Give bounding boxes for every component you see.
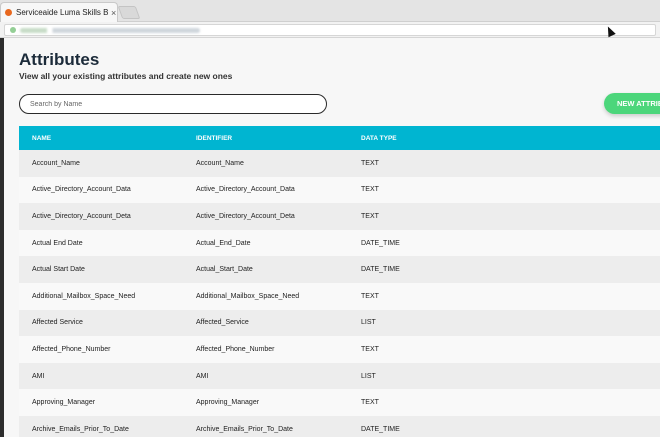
- cell-name: Additional_Mailbox_Space_Need: [32, 292, 136, 300]
- attributes-page: Attributes View all your existing attrib…: [4, 38, 660, 437]
- cell-name: Actual End Date: [32, 239, 83, 247]
- url-input[interactable]: [4, 24, 656, 36]
- cell-data-type: TEXT: [361, 186, 379, 194]
- cell-identifier: Active_Directory_Account_Data: [196, 186, 295, 194]
- cell-data-type: TEXT: [361, 212, 379, 220]
- table-body: Account_Name Account_Name TEXT Active_Direc…: [19, 150, 660, 437]
- cell-data-type: LIST: [361, 319, 376, 327]
- cell-data-type: DATE_TIME: [361, 425, 400, 433]
- cell-data-type: TEXT: [361, 345, 379, 353]
- cell-name: Approving_Manager: [32, 399, 96, 407]
- address-bar: [0, 22, 660, 38]
- cell-data-type: DATE_TIME: [361, 266, 400, 274]
- table-row[interactable]: Actual End Date Actual_End_Date DATE_TIME: [19, 229, 660, 257]
- browser-tab-bar: Serviceaide Luma Skills Builder ×: [0, 0, 660, 22]
- table-row[interactable]: Affected_Phone_Number Affected_Phone_Numb…: [19, 336, 660, 363]
- table-row[interactable]: Archive_Emails_Prior_To_Date Archive_Emai…: [19, 415, 660, 437]
- table-row[interactable]: Active_Directory_Account_Data Active_Dire…: [19, 176, 660, 204]
- new-tab-button[interactable]: [117, 6, 141, 19]
- table-header: NAME IDENTIFIER DATA TYPE: [19, 126, 660, 150]
- table-row[interactable]: Actual Start Date Actual_Start_Date DATE_T…: [19, 256, 660, 283]
- cell-identifier: Active_Directory_Account_Deta: [196, 212, 295, 220]
- cell-name: Affected_Phone_Number: [32, 345, 111, 353]
- cell-name: Affected Service: [32, 319, 83, 327]
- cell-name: Active_Directory_Account_Deta: [32, 212, 131, 220]
- table-row[interactable]: Active_Directory_Account_Deta Active_Dire…: [19, 203, 660, 230]
- lock-icon: [10, 27, 16, 33]
- new-attribute-button[interactable]: NEW ATTRIBUTE: [604, 93, 660, 114]
- cell-name: Actual Start Date: [32, 266, 85, 274]
- close-icon[interactable]: ×: [111, 8, 116, 18]
- cell-name: AMI: [32, 372, 45, 380]
- table-row[interactable]: AMI AMI LIST: [19, 362, 660, 390]
- column-header-identifier[interactable]: IDENTIFIER: [196, 135, 232, 142]
- table-row[interactable]: Account_Name Account_Name TEXT: [19, 150, 660, 177]
- cell-data-type: TEXT: [361, 159, 379, 167]
- search-input[interactable]: [19, 94, 327, 114]
- cell-identifier: Actual_End_Date: [196, 239, 251, 247]
- favicon-icon: [5, 9, 12, 16]
- cell-name: Archive_Emails_Prior_To_Date: [32, 425, 129, 433]
- cell-name: Active_Directory_Account_Data: [32, 186, 131, 194]
- browser-tab[interactable]: Serviceaide Luma Skills Builder ×: [0, 2, 118, 22]
- column-header-data-type[interactable]: DATA TYPE: [361, 135, 397, 142]
- cell-identifier: AMI: [196, 372, 209, 380]
- url-text-blurred: [20, 27, 200, 33]
- cell-data-type: DATE_TIME: [361, 239, 400, 247]
- page-title: Attributes: [19, 50, 100, 69]
- cell-identifier: Actual_Start_Date: [196, 266, 253, 274]
- cell-identifier: Account_Name: [196, 159, 244, 167]
- cell-data-type: TEXT: [361, 399, 379, 407]
- table-row[interactable]: Affected Service Affected_Service LIST: [19, 309, 660, 337]
- table-row[interactable]: Additional_Mailbox_Space_Need Additional_…: [19, 282, 660, 310]
- cell-identifier: Approving_Manager: [196, 399, 260, 407]
- attributes-table: NAME IDENTIFIER DATA TYPE Account_Name Ac…: [19, 126, 660, 437]
- page-subtitle: View all your existing attributes and cr…: [19, 71, 233, 81]
- cell-identifier: Additional_Mailbox_Space_Need: [196, 292, 300, 300]
- cell-data-type: TEXT: [361, 292, 379, 300]
- table-row[interactable]: Approving_Manager Approving_Manager TEXT: [19, 389, 660, 416]
- column-header-name[interactable]: NAME: [32, 135, 51, 142]
- cell-name: Account_Name: [32, 159, 80, 167]
- cell-identifier: Affected_Service: [196, 319, 249, 327]
- tab-title: Serviceaide Luma Skills Builder: [16, 8, 108, 17]
- cell-data-type: LIST: [361, 372, 376, 380]
- cell-identifier: Archive_Emails_Prior_To_Date: [196, 425, 293, 433]
- cell-identifier: Affected_Phone_Number: [196, 345, 275, 353]
